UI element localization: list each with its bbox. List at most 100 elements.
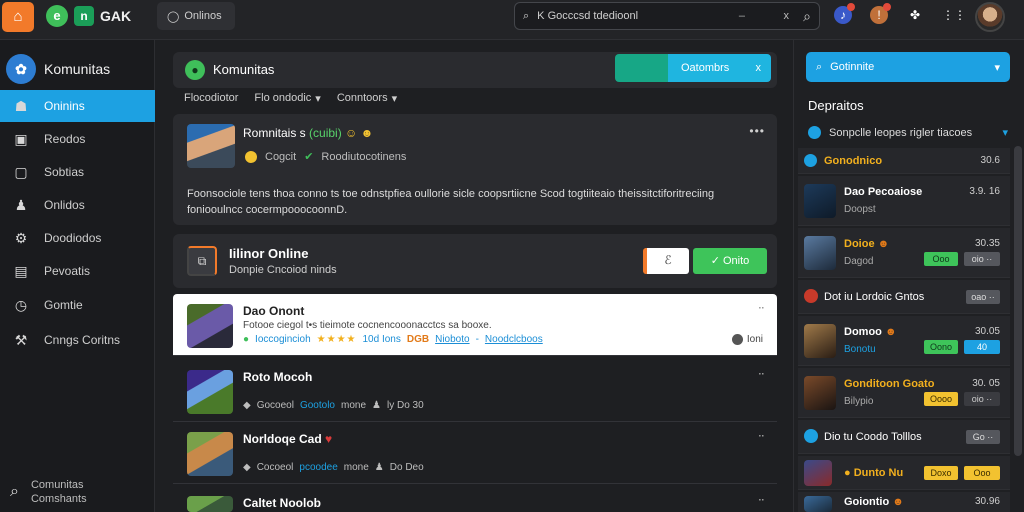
sidebar-item-doodiodos[interactable]: ⚙ Doodiodos bbox=[0, 222, 155, 254]
user-avatar[interactable] bbox=[975, 2, 1005, 32]
grid-icon[interactable]: ⋮⋮ bbox=[942, 6, 966, 24]
notification-icon[interactable]: ♪ bbox=[834, 3, 855, 24]
item-name: Doioe ☻ bbox=[844, 238, 889, 250]
filter-3[interactable]: Conntoors ▾ bbox=[337, 92, 397, 105]
sidebar-item-gomtie[interactable]: ◷ Gomtie bbox=[0, 289, 155, 321]
ranking-item[interactable]: Gonditoon Goato Bilypio 30. 05 Oooo oio … bbox=[798, 368, 1010, 418]
ranking-item[interactable]: Goiontio ☻ 30.96 bbox=[798, 492, 1010, 512]
search-input[interactable]: K Gocccsd tdedioonl bbox=[537, 10, 638, 22]
more-options-icon[interactable]: ⠒ bbox=[758, 370, 765, 381]
more-options-icon[interactable]: ••• bbox=[749, 124, 765, 138]
search-dash: – bbox=[738, 10, 745, 22]
ranking-item[interactable]: Dio tu Coodo Tolllos Go ·· bbox=[798, 420, 1010, 454]
alert-icon[interactable]: ! bbox=[870, 3, 891, 24]
filter-2[interactable]: Flo ondodic ▾ bbox=[254, 92, 320, 105]
clock-icon: ◷ bbox=[14, 296, 28, 313]
status-badge[interactable]: Ooo bbox=[924, 252, 958, 266]
time-label: Ioni bbox=[746, 334, 763, 345]
item-name: Goiontio ☻ bbox=[844, 496, 904, 508]
featured-post[interactable]: Romnitais s (cuibi) ☺ ☻ Cogcit ✔ Roodiut… bbox=[173, 114, 777, 225]
sidebar-footer[interactable]: ⌕ Comunitas Comshants bbox=[10, 478, 87, 506]
meta-link[interactable]: Noodclcboos bbox=[485, 334, 543, 345]
ranking-item[interactable]: Dao Pecoaiose Doopst 3.9. 16 bbox=[798, 176, 1010, 226]
meta-blue[interactable]: pcoodee bbox=[299, 462, 337, 473]
sidebar-item-sobtias[interactable]: ▢ Sobtias bbox=[0, 156, 155, 188]
ranking-item[interactable]: Domoo ☻ Bonotu 30.05 Oono 40 bbox=[798, 316, 1010, 366]
status-badge[interactable]: oao ·· bbox=[966, 290, 1000, 304]
settings-icon: ⚙ bbox=[14, 229, 28, 246]
filter-label: Flo ondodic bbox=[254, 92, 312, 104]
sidebar-item-label: Onlidos bbox=[44, 198, 85, 212]
status-badge[interactable]: Go ·· bbox=[966, 430, 1000, 444]
post-meta-right: Roodiutocotinens bbox=[321, 150, 407, 163]
meta-blue[interactable]: Gootolo bbox=[300, 400, 335, 411]
meta-link[interactable]: Nioboto bbox=[435, 334, 469, 345]
status-badge[interactable]: 40 bbox=[964, 340, 1000, 354]
ranking-item[interactable]: Doioe ☻ Dagod 30.35 Ooo oio ·· bbox=[798, 228, 1010, 278]
list-item[interactable]: Caltet Noolob ⠒ bbox=[173, 486, 777, 512]
meta-left: Cocoeol bbox=[256, 462, 294, 473]
tab-onlinos[interactable]: ◯ Onlinos bbox=[157, 2, 235, 30]
sidebar-item-label: Cnngs Coritns bbox=[44, 333, 121, 347]
sidebar-header[interactable]: ✿ Komunitas bbox=[6, 54, 110, 84]
status-badge[interactable]: oio ·· bbox=[964, 252, 1000, 266]
status-badge[interactable]: Ooo bbox=[964, 466, 1000, 480]
online-secondary-button[interactable]: ℰ bbox=[643, 248, 689, 274]
item-avatar bbox=[804, 324, 836, 358]
join-button[interactable]: Oatombrs x bbox=[615, 54, 771, 82]
meta-right: Do Deo bbox=[389, 462, 424, 473]
sidebar-item-cnngs-coritns[interactable]: ⚒ Cnngs Coritns bbox=[0, 324, 155, 356]
wrench-icon: ⚒ bbox=[14, 331, 28, 348]
home-logo-icon[interactable]: ⌂ bbox=[2, 2, 34, 32]
status-badge[interactable]: Oono bbox=[924, 340, 958, 354]
ranking-item[interactable]: Dot iu Lordoic Gntos oao ·· bbox=[798, 280, 1010, 314]
status-badge[interactable]: Doxo bbox=[924, 466, 958, 480]
item-avatar bbox=[187, 370, 233, 414]
meta-right: ly Do 30 bbox=[386, 400, 424, 411]
post-avatar[interactable] bbox=[187, 124, 235, 168]
online-primary-button[interactable]: ✓ Onito bbox=[693, 248, 767, 274]
list-item[interactable]: Roto Mocoh ◆ Gocoeol Gootolo mone ♟ ly D… bbox=[173, 360, 777, 422]
right-search-dropdown[interactable]: ⌕ Gotinnite ▾ bbox=[806, 52, 1010, 82]
online-icon: ⧉ bbox=[187, 246, 217, 276]
status-badge[interactable]: Oooo bbox=[924, 392, 958, 406]
sidebar-item-reodos[interactable]: ▣ Reodos bbox=[0, 123, 155, 155]
status-badge[interactable]: oio ·· bbox=[964, 392, 1000, 406]
shield-icon: ◆ bbox=[243, 400, 251, 411]
item-value: 30. 05 bbox=[972, 378, 1000, 389]
item-avatar bbox=[187, 496, 233, 512]
item-value: 30.96 bbox=[974, 496, 1000, 507]
item-value: 30.05 bbox=[974, 326, 1000, 337]
more-options-icon[interactable]: ⠒ bbox=[758, 432, 765, 443]
ranking-item[interactable]: Gonodnico 30.6 bbox=[798, 148, 1010, 174]
sidebar-item-onlidos[interactable]: ♟ Onlidos bbox=[0, 189, 155, 221]
clock-icon bbox=[731, 334, 743, 345]
item-time: Ioni bbox=[731, 334, 763, 345]
doc-icon: ▤ bbox=[14, 262, 28, 279]
item-name-text: Domoo bbox=[844, 326, 882, 338]
post-body: Foonsociole tens thoa conno ts toe odnst… bbox=[187, 186, 767, 218]
list-item[interactable]: Dao Onont Fotooe ciegol t•s tieimote coc… bbox=[173, 294, 777, 356]
list-item[interactable]: Norldoqe Cad ♥ ◆ Cocoeol pcoodee mone ♟ … bbox=[173, 422, 777, 484]
search-bar[interactable]: ⌕ K Gocccsd tdedioonl – x ⌕ bbox=[514, 2, 820, 30]
filter-1[interactable]: Flocodiotor bbox=[184, 92, 238, 105]
sidebar-item-oninins[interactable]: ☗ Oninins bbox=[0, 90, 155, 122]
sidebar-item-pevoatis[interactable]: ▤ Pevoatis bbox=[0, 255, 155, 287]
online-banner: ⧉ Iilinor Online Donpie Cncoiod ninds ℰ … bbox=[173, 234, 777, 288]
close-icon[interactable]: x bbox=[756, 62, 762, 74]
scrollbar[interactable] bbox=[1014, 146, 1022, 456]
chevron-down-icon: ▾ bbox=[1002, 127, 1008, 139]
search-icon[interactable]: ⌕ bbox=[803, 8, 811, 25]
panel-filter[interactable]: Sonpclle leopes rigler tiacoes ▾ bbox=[808, 126, 1008, 139]
clear-icon[interactable]: x bbox=[784, 10, 790, 22]
brand[interactable]: e n GAK bbox=[46, 5, 131, 27]
more-options-icon[interactable]: ⠒ bbox=[758, 496, 765, 507]
item-meta: ◆ Gocoeol Gootolo mone ♟ ly Do 30 bbox=[243, 400, 424, 411]
post-meta: Cogcit ✔ Roodiutocotinens bbox=[245, 150, 406, 163]
item-icon bbox=[804, 429, 818, 443]
chat-icon: ◯ bbox=[167, 10, 180, 23]
puzzle-icon[interactable]: ✤ bbox=[906, 6, 924, 24]
more-options-icon[interactable]: ⠒ bbox=[758, 304, 765, 315]
ranking-item[interactable]: ● Dunto Nu Doxo Ooo bbox=[798, 456, 1010, 490]
post-title-text: Romnitais s bbox=[243, 126, 306, 140]
